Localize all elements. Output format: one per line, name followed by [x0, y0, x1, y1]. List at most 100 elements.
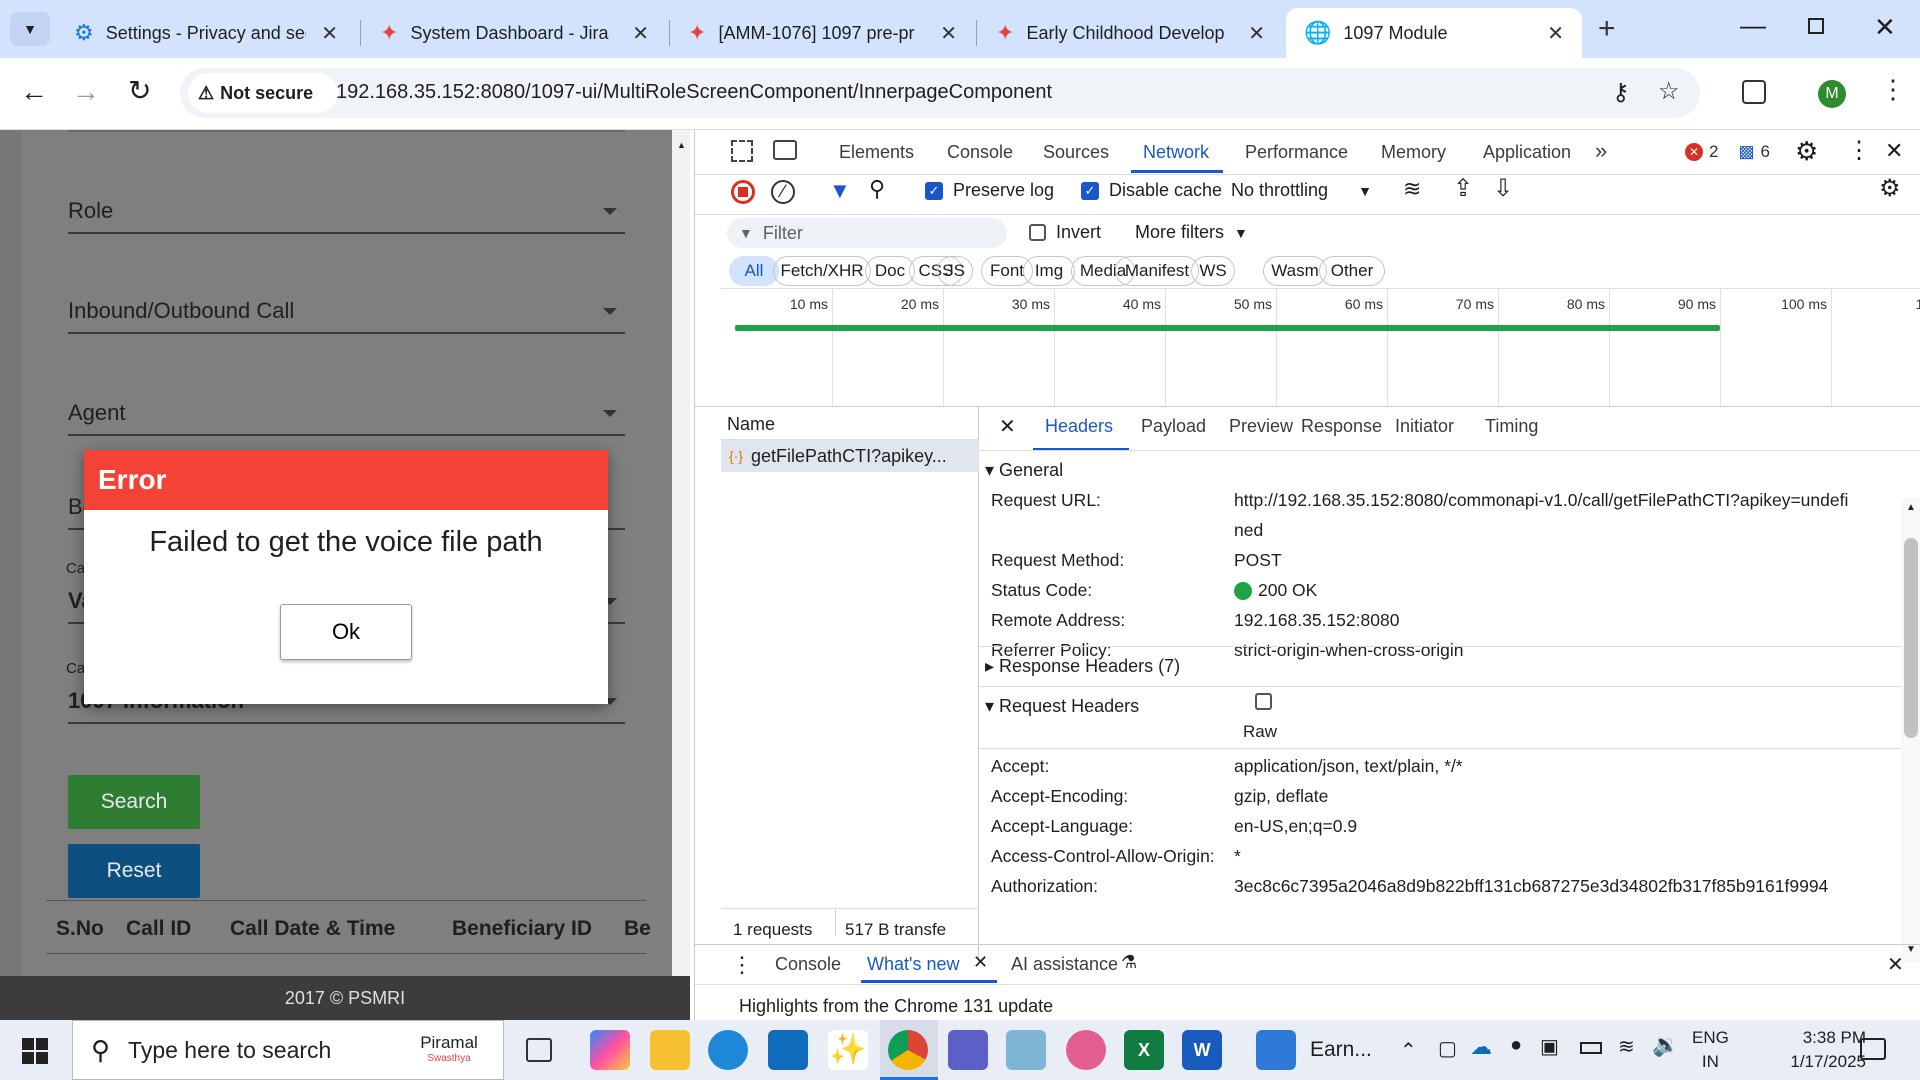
- tab-list-chevron-icon[interactable]: ▼: [10, 12, 50, 46]
- reset-button[interactable]: Reset: [68, 844, 200, 898]
- scroll-down-icon[interactable]: ▼: [1906, 944, 1916, 955]
- detail-tab-preview[interactable]: Preview: [1229, 416, 1293, 437]
- tab-console[interactable]: Console: [947, 142, 1013, 163]
- drawer-tab-console[interactable]: Console: [775, 954, 841, 975]
- detail-tab-initiator[interactable]: Initiator: [1395, 416, 1454, 437]
- app-icon[interactable]: ✨: [828, 1030, 868, 1070]
- type-filter-wasm[interactable]: Wasm: [1263, 256, 1327, 286]
- header-value[interactable]: *: [1234, 846, 1241, 867]
- name-column-header[interactable]: Name: [721, 406, 979, 440]
- clock[interactable]: 3:38 PM 1/17/2025: [1770, 1026, 1866, 1074]
- tab-elements[interactable]: Elements: [839, 142, 914, 163]
- notepad-icon[interactable]: [1006, 1030, 1046, 1070]
- key-icon[interactable]: ⚷: [1612, 78, 1630, 107]
- type-filter-img[interactable]: Img: [1023, 256, 1075, 286]
- devtools-kebab-icon[interactable]: ⋮: [1847, 136, 1871, 165]
- minimize-icon[interactable]: —: [1740, 10, 1766, 41]
- header-value[interactable]: gzip, deflate: [1234, 786, 1328, 807]
- header-value[interactable]: application/json, text/plain, */*: [1234, 756, 1463, 777]
- tab-application[interactable]: Application: [1483, 142, 1571, 163]
- type-filter-doc[interactable]: Doc: [865, 256, 915, 286]
- type-filter-ws[interactable]: WS: [1191, 256, 1235, 286]
- scroll-thumb[interactable]: [1904, 538, 1918, 738]
- type-filter-other[interactable]: Other: [1319, 256, 1385, 286]
- tab-network[interactable]: Network: [1143, 142, 1209, 163]
- copilot-icon[interactable]: [590, 1030, 630, 1070]
- close-icon[interactable]: ✕: [940, 21, 957, 46]
- raw-checkbox[interactable]: [1255, 693, 1272, 710]
- response-headers-toggle[interactable]: ▸ Response Headers (7): [985, 656, 1180, 677]
- upload-icon[interactable]: ⇪: [1453, 174, 1473, 203]
- request-row[interactable]: {·} getFilePathCTI?apikey...: [721, 440, 979, 472]
- header-value[interactable]: 3ec8c6c7395a2046a8d9b822bff131cb687275e3…: [1234, 876, 1828, 897]
- taskbar-earn-label[interactable]: Earn...: [1310, 1038, 1372, 1062]
- extensions-icon[interactable]: [1742, 80, 1766, 104]
- page-scrollbar[interactable]: ▲: [672, 130, 690, 976]
- detail-tab-headers[interactable]: Headers: [1045, 416, 1113, 437]
- teams-icon[interactable]: [948, 1030, 988, 1070]
- header-value[interactable]: 192.168.35.152:8080: [1234, 610, 1399, 631]
- file-explorer-icon[interactable]: [650, 1030, 690, 1070]
- reload-icon[interactable]: ↻: [128, 74, 151, 107]
- general-section-toggle[interactable]: ▾ General: [985, 460, 1063, 481]
- request-headers-toggle[interactable]: ▾ Request Headers: [985, 696, 1139, 717]
- bookmark-star-icon[interactable]: ☆: [1658, 77, 1680, 106]
- battery-icon[interactable]: [1580, 1042, 1602, 1054]
- devtools-close-icon[interactable]: ✕: [1885, 138, 1903, 164]
- drawer-tab-ai-assistance[interactable]: AI assistance: [1011, 954, 1118, 975]
- restore-icon[interactable]: [1808, 18, 1824, 34]
- close-details-icon[interactable]: ✕: [999, 414, 1016, 439]
- network-timeline[interactable]: 10 ms 20 ms 30 ms 40 ms 50 ms 60 ms 70 ms 80 ms…: [721, 288, 1920, 406]
- throttling-select[interactable]: No throttling ▼: [1231, 180, 1372, 201]
- close-icon[interactable]: ✕: [321, 21, 338, 46]
- microphone-icon[interactable]: ●: [1510, 1034, 1522, 1057]
- header-value[interactable]: http://192.168.35.152:8080/commonapi-v1.…: [1234, 490, 1848, 511]
- scroll-up-icon[interactable]: ▲: [677, 140, 686, 150]
- security-chip[interactable]: ⚠ Not secure: [188, 73, 338, 113]
- outlook-icon[interactable]: [768, 1030, 808, 1070]
- more-filters-dropdown[interactable]: More filters ▼: [1135, 222, 1248, 243]
- tab-memory[interactable]: Memory: [1381, 142, 1446, 163]
- language-indicator[interactable]: ENG IN: [1692, 1026, 1729, 1074]
- taskbar-search-box[interactable]: ⚲ Type here to search Piramal Swasthya: [72, 1020, 504, 1080]
- meet-now-icon[interactable]: ▢: [1438, 1036, 1457, 1061]
- edge-browser-icon[interactable]: [708, 1030, 748, 1070]
- download-icon[interactable]: ⇩: [1493, 174, 1513, 203]
- header-value[interactable]: en-US,en;q=0.9: [1234, 816, 1357, 837]
- network-conditions-wifi-icon[interactable]: ≋: [1403, 176, 1421, 202]
- document-app-icon[interactable]: [1256, 1030, 1296, 1070]
- back-arrow-icon[interactable]: ←: [20, 76, 48, 108]
- task-view-icon[interactable]: [526, 1038, 552, 1062]
- device-toolbar-icon[interactable]: [773, 140, 797, 160]
- type-filter-all[interactable]: All: [729, 256, 779, 286]
- preserve-log-checkbox[interactable]: ✓ Preserve log: [925, 180, 1054, 201]
- error-count-badge[interactable]: ✕ 2 ▩ 6: [1685, 142, 1770, 162]
- type-filter-manifest[interactable]: Manifest: [1115, 256, 1199, 286]
- new-tab-plus-icon[interactable]: +: [1598, 12, 1616, 46]
- onedrive-cloud-icon[interactable]: ☁: [1470, 1034, 1492, 1060]
- search-icon[interactable]: ⚲: [869, 176, 885, 202]
- drawer-tab-whats-new[interactable]: What's new: [867, 954, 959, 975]
- tab-jira-dashboard[interactable]: ✦ System Dashboard - Jira ✕: [362, 8, 667, 58]
- wifi-icon[interactable]: ≋: [1618, 1034, 1635, 1059]
- detail-tab-payload[interactable]: Payload: [1141, 416, 1206, 437]
- detail-tab-timing[interactable]: Timing: [1485, 416, 1538, 437]
- clear-icon[interactable]: ∕: [771, 180, 795, 204]
- tab-sources[interactable]: Sources: [1043, 142, 1109, 163]
- close-icon[interactable]: ✕: [1547, 21, 1564, 46]
- volume-icon[interactable]: 🔉: [1652, 1032, 1679, 1058]
- tab-early-childhood[interactable]: ✦ Early Childhood Develop ✕: [978, 8, 1283, 58]
- tab-amm-1076[interactable]: ✦ [AMM-1076] 1097 pre-pr ✕: [670, 8, 975, 58]
- inspect-element-icon[interactable]: [731, 140, 753, 162]
- type-filter-js[interactable]: JS: [937, 256, 973, 286]
- call-type-select[interactable]: Inbound/Outbound Call: [68, 290, 625, 334]
- chrome-icon[interactable]: [888, 1030, 928, 1070]
- close-icon[interactable]: ✕: [632, 21, 649, 46]
- filter-input[interactable]: ▼ Filter: [727, 218, 1007, 248]
- header-value[interactable]: 200 OK: [1234, 580, 1317, 601]
- header-value[interactable]: strict-origin-when-cross-origin: [1234, 640, 1464, 661]
- excel-icon[interactable]: X: [1124, 1030, 1164, 1070]
- drawer-kebab-icon[interactable]: ⋮: [731, 952, 753, 978]
- header-value[interactable]: ned: [1234, 520, 1263, 541]
- drawer-close-icon[interactable]: ✕: [1887, 952, 1904, 977]
